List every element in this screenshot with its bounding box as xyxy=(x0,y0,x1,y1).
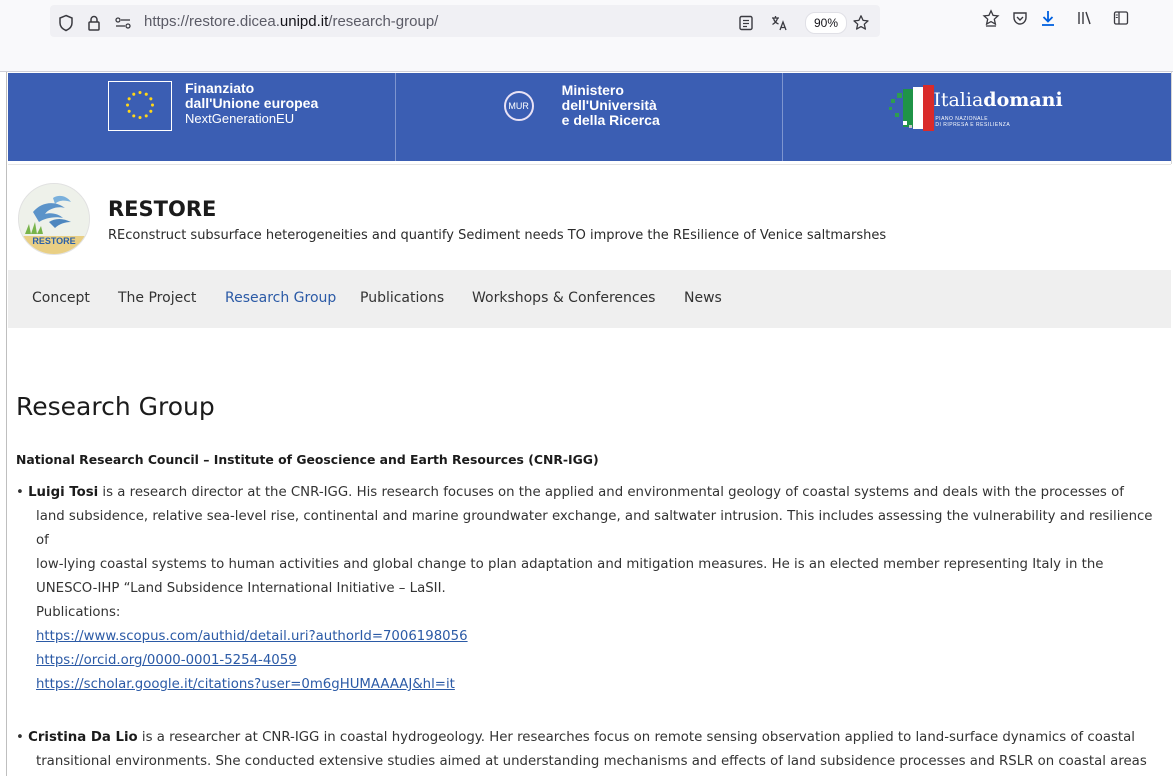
italia-sub-2: DI RIPRESA E RESILIENZA xyxy=(935,122,1011,128)
url-prefix: https://restore.dicea. xyxy=(144,13,280,30)
nav-concept[interactable]: Concept xyxy=(32,290,90,306)
member-cristina-da-lio: • Cristina Da Lio is a researcher at CNR… xyxy=(16,726,1156,774)
mur-funding-cell: MUR Ministero dell'Università e della Ri… xyxy=(396,73,784,161)
page-border xyxy=(6,72,7,776)
italia-domani-wordmark: Italiadomani xyxy=(933,89,1062,111)
nav-the-project[interactable]: The Project xyxy=(118,290,196,306)
shield-icon[interactable] xyxy=(55,12,77,34)
nav-news[interactable]: News xyxy=(684,290,722,306)
member-bio-line: UNESCO-IHP “Land Subsidence Internationa… xyxy=(36,581,446,596)
bullet-icon: • xyxy=(16,730,29,745)
reader-view-icon[interactable] xyxy=(735,12,757,34)
mur-line-3: e della Ricerca xyxy=(561,112,660,128)
mur-line-2: dell'Università xyxy=(561,97,657,113)
url-text[interactable]: https://restore.dicea.unipd.it/research-… xyxy=(144,13,438,30)
lock-icon[interactable] xyxy=(83,12,105,34)
member-bio-line: land subsidence, relative sea-level rise… xyxy=(36,509,1153,548)
nav-workshops-conferences[interactable]: Workshops & Conferences xyxy=(472,290,655,306)
url-bar[interactable]: https://restore.dicea.unipd.it/research-… xyxy=(50,5,880,37)
eu-line-1: Finanziato xyxy=(185,80,255,96)
bio-text: is a research director at the CNR-IGG. H… xyxy=(98,485,1124,500)
page-title: Research Group xyxy=(16,392,215,421)
bio-text: is a researcher at CNR-IGG in coastal hy… xyxy=(137,730,1135,745)
library-icon[interactable] xyxy=(1073,7,1095,29)
member-name: Cristina Da Lio xyxy=(28,730,138,745)
nav-publications[interactable]: Publications xyxy=(360,290,444,306)
orcid-link[interactable]: https://orcid.org/0000-0001-5254-4059 xyxy=(36,653,297,668)
eu-line-3: NextGenerationEU xyxy=(185,111,295,126)
restore-logo[interactable]: RESTORE xyxy=(18,183,90,255)
italia-word-b: domani xyxy=(983,89,1063,111)
download-icon[interactable] xyxy=(1037,7,1059,29)
italia-domani-cell: Italiadomani PIANO NAZIONALE DI RIPRESA … xyxy=(783,73,1171,161)
pocket-icon[interactable] xyxy=(1009,7,1031,29)
member-bio-line: • Cristina Da Lio is a researcher at CNR… xyxy=(16,726,1156,750)
scopus-link[interactable]: https://www.scopus.com/authid/detail.uri… xyxy=(36,629,468,644)
funding-banner: Finanziato dall'Unione europea NextGener… xyxy=(8,73,1171,161)
mur-badge-text: MUR xyxy=(508,101,529,111)
member-bio-line: • Luigi Tosi is a research director at t… xyxy=(16,481,1156,505)
url-domain: unipd.it xyxy=(279,13,329,30)
bookmarks-menu-icon[interactable] xyxy=(980,7,1002,29)
eu-line-2: dall'Unione europea xyxy=(185,95,319,111)
publications-label: Publications: xyxy=(36,605,121,620)
nav-research-group[interactable]: Research Group xyxy=(225,290,336,306)
eu-funding-cell: Finanziato dall'Unione europea NextGener… xyxy=(8,73,396,161)
italia-word-a: Italia xyxy=(933,89,984,111)
member-luigi-tosi: • Luigi Tosi is a research director at t… xyxy=(16,481,1156,697)
bullet-icon: • xyxy=(16,485,29,500)
google-scholar-link[interactable]: https://scholar.google.it/citations?user… xyxy=(36,677,455,692)
permissions-icon[interactable] xyxy=(112,12,134,34)
bookmark-star-icon[interactable] xyxy=(850,12,872,34)
restore-logo-text: RESTORE xyxy=(32,236,75,246)
mur-text: Ministero dell'Università e della Ricerc… xyxy=(562,83,660,128)
italia-domani-subtitle: PIANO NAZIONALE DI RIPRESA E RESILIENZA xyxy=(935,116,1010,128)
sidebar-icon[interactable] xyxy=(1110,7,1132,29)
page-border-right xyxy=(1171,72,1172,164)
mur-logo-icon: MUR xyxy=(503,91,534,121)
translate-icon[interactable] xyxy=(768,12,790,34)
eu-funding-text: Finanziato dall'Unione europea NextGener… xyxy=(185,80,319,127)
italia-domani-flag-icon xyxy=(889,85,935,131)
member-name: Luigi Tosi xyxy=(28,485,99,500)
zoom-level-badge[interactable]: 90% xyxy=(805,12,847,34)
main-navigation: Concept The Project Research Group Publi… xyxy=(8,270,1171,328)
mur-line-1: Ministero xyxy=(561,82,624,98)
site-title[interactable]: RESTORE xyxy=(108,197,216,221)
browser-toolbar: https://restore.dicea.unipd.it/research-… xyxy=(0,0,1173,72)
site-description: REconstruct subsurface heterogeneities a… xyxy=(108,228,887,243)
url-path: /research-group/ xyxy=(328,13,439,30)
institution-heading: National Research Council – Institute of… xyxy=(16,452,599,467)
site-header: RESTORE RESTORE REconstruct subsurface h… xyxy=(8,164,1171,269)
member-bio-line: low-lying coastal systems to human activ… xyxy=(36,557,1104,572)
eu-flag-icon xyxy=(108,81,172,131)
member-bio-line: transitional environments. She conducted… xyxy=(36,754,1147,769)
